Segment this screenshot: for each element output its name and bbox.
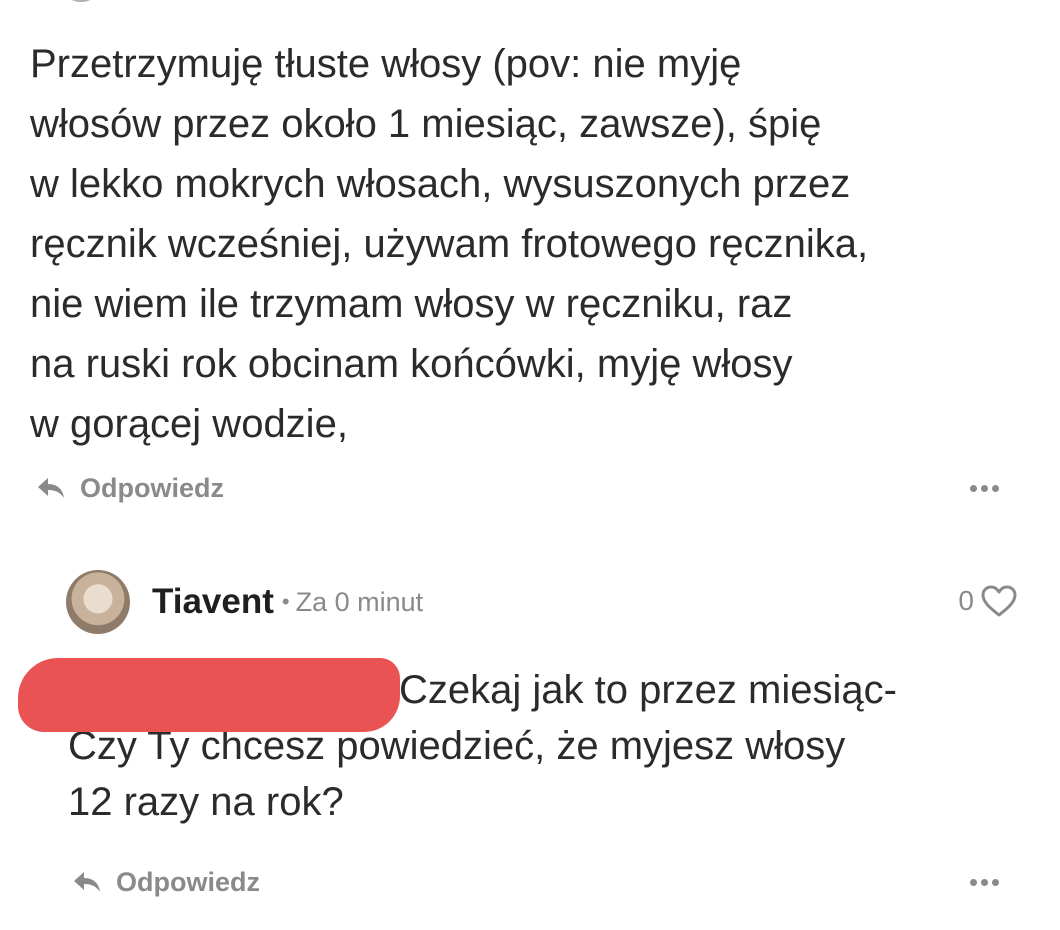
reply-label: Odpowiedz: [116, 866, 260, 897]
reply-arrow-icon: [38, 478, 64, 498]
more-options-icon: [969, 484, 977, 492]
comment-body: Przetrzymuję tłuste włosy (pov: nie myję…: [30, 34, 1030, 454]
avatar[interactable]: [66, 570, 130, 634]
like-count: 0: [958, 585, 974, 616]
comment-line: Przetrzymuję tłuste włosy (pov: nie myję: [30, 42, 742, 86]
more-options-button[interactable]: [964, 478, 1004, 498]
comment-line: ręcznik wcześniej, używam frotowego ręcz…: [30, 222, 869, 266]
redaction-mark: [18, 658, 400, 732]
comment-line: włosów przez około 1 miesiąc, zawsze), ś…: [30, 102, 822, 146]
like-control[interactable]: 0: [958, 584, 1018, 618]
previous-avatar-edge: [58, 0, 104, 2]
comment-line: w gorącej wodzie,: [30, 402, 348, 446]
comment-line: nie wiem ile trzymam włosy w ręczniku, r…: [30, 282, 793, 326]
comment-line: na ruski rok obcinam końcówki, myję włos…: [30, 342, 793, 386]
timestamp: Za 0 minut: [295, 586, 424, 617]
reply-line: 12 razy na rok?: [68, 780, 344, 824]
reply-button[interactable]: Odpowiedz: [72, 864, 260, 900]
reply-header: Tiavent • Za 0 minut: [66, 569, 423, 635]
reply-arrow-icon: [74, 872, 100, 892]
reply-label: Odpowiedz: [80, 472, 224, 503]
reply-button[interactable]: Odpowiedz: [36, 470, 224, 506]
meta-separator: •: [281, 589, 290, 614]
comment-line: w lekko mokrych włosach, wysuszonych prz…: [30, 162, 851, 206]
more-options-icon: [969, 878, 977, 886]
more-options-button[interactable]: [964, 872, 1004, 892]
heart-icon[interactable]: [980, 584, 1018, 618]
username[interactable]: Tiavent: [152, 582, 274, 622]
